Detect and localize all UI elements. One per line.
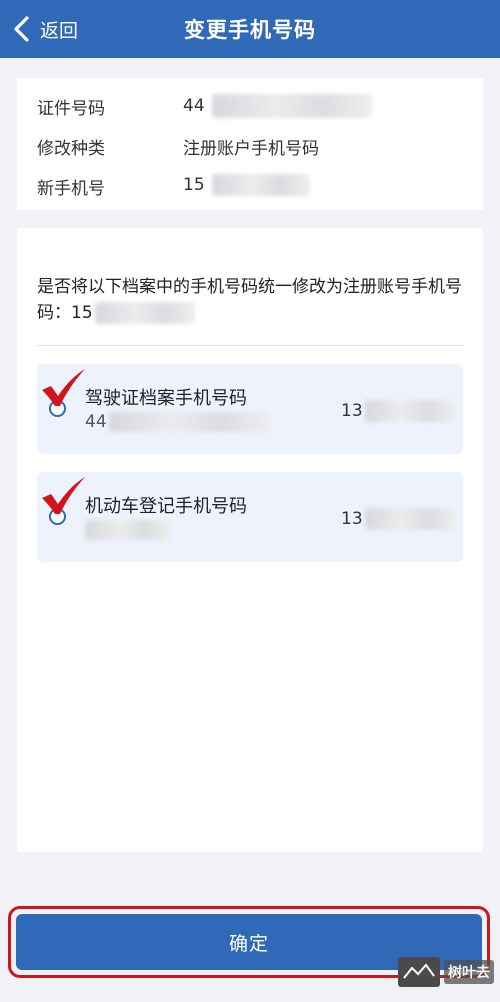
watermark: 树叶去 (398, 955, 494, 989)
page-title: 变更手机号码 (184, 18, 316, 42)
watermark-text: 树叶去 (444, 960, 494, 984)
masked-record-id (85, 520, 171, 540)
account-info-card: 证件号码 44 修改种类 注册账户手机号码 新手机号 15 (17, 78, 483, 210)
leaf-chart-icon (403, 963, 435, 979)
change-type-value: 注册账户手机号码 (183, 139, 319, 159)
red-checkmark-icon (42, 369, 85, 406)
record-id: 44 (85, 412, 269, 432)
masked-record-id (108, 412, 269, 432)
record-phone: 13 (341, 508, 455, 530)
record-phone: 13 (341, 400, 455, 422)
sync-records-card: 是否将以下档案中的手机号码统一修改为注册账号手机号码：15 驾驶证档案手机号码 … (17, 228, 483, 852)
sync-prompt: 是否将以下档案中的手机号码统一修改为注册账号手机号码：15 (37, 274, 467, 326)
id-number-value: 44 (183, 96, 205, 116)
masked-record-phone (364, 400, 455, 422)
masked-id-number (212, 94, 373, 118)
record-phone-value: 13 (341, 509, 363, 529)
red-checkmark-icon (42, 477, 85, 514)
record-id-value: 44 (85, 412, 107, 432)
watermark-logo-icon (398, 957, 440, 987)
change-type-label: 修改种类 (37, 139, 105, 159)
record-id (85, 520, 171, 540)
record-title: 机动车登记手机号码 (85, 496, 247, 517)
masked-new-phone (212, 174, 311, 196)
id-number-label: 证件号码 (37, 99, 105, 119)
masked-record-phone (364, 508, 455, 530)
record-vehicle-registration[interactable]: 机动车登记手机号码 13 (37, 472, 463, 562)
record-phone-value: 13 (341, 401, 363, 421)
record-title: 驾驶证档案手机号码 (85, 388, 247, 409)
divider (37, 345, 463, 346)
masked-prompt-phone (94, 302, 195, 324)
new-phone-label: 新手机号 (37, 179, 105, 199)
record-driver-license[interactable]: 驾驶证档案手机号码 44 13 (37, 364, 463, 454)
top-navigation-bar: 返回 变更手机号码 (0, 0, 500, 58)
new-phone-value: 15 (183, 175, 205, 195)
new-phone-value-wrap: 15 (183, 174, 311, 196)
id-number-value-wrap: 44 (183, 94, 373, 118)
